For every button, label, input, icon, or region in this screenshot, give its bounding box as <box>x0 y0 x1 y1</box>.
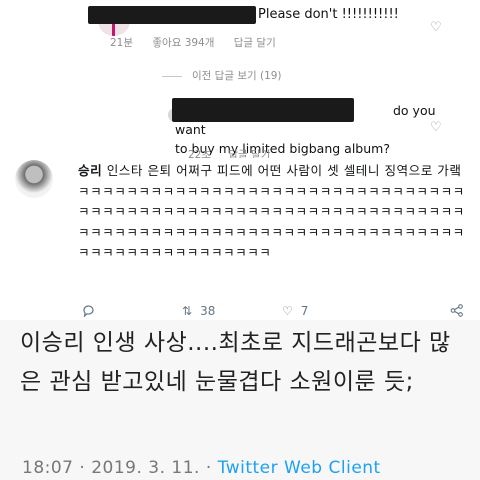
heart-icon[interactable]: ♡ <box>430 20 442 35</box>
comment-meta: 21분 좋아요 394개 답글 달기 <box>110 35 292 50</box>
comment-text: Please don't !!!!!!!!!!! <box>258 7 399 22</box>
tweet-text: 승리 인스타 은퇴 어쩌구 피드에 어떤 사람이 셋 셀테니 징역으로 가랰ㅋㅋ… <box>78 161 470 264</box>
reply-button[interactable]: 답글 달기 <box>234 37 276 49</box>
tweet-author[interactable]: 승리 <box>78 163 102 178</box>
like-count: 7 <box>300 304 309 318</box>
retweet-count: 38 <box>200 304 216 318</box>
view-previous-label: 이전 답글 보기 (19) <box>192 70 282 82</box>
comment-time: 21분 <box>110 37 134 49</box>
zoomed-tweet-text: 이승리 인생 사상....최초로 지드래곤보다 많은 관심 받고있네 눈물겹다 … <box>20 330 451 395</box>
like-icon: ♡ <box>282 304 293 318</box>
zoomed-tweet-panel: 이승리 인생 사상....최초로 지드래곤보다 많은 관심 받고있네 눈물겹다 … <box>0 320 480 480</box>
share-icon[interactable] <box>450 304 464 320</box>
tweet-body: 인스타 은퇴 어쩌구 피드에 어떤 사람이 셋 셀테니 징역으로 가랰ㅋㅋㅋㅋㅋ… <box>78 163 465 260</box>
divider <box>162 75 182 77</box>
tweet-timestamp-line: 18:07 · 2019. 3. 11. · Twitter Web Clien… <box>22 458 381 478</box>
reply-icon[interactable] <box>82 304 95 320</box>
instagram-comments-panel: Please don't !!!!!!!!!!! 21분 좋아요 394개 답글… <box>80 0 470 161</box>
tweet-panel: 승리 인스타 은퇴 어쩌구 피드에 어떤 사람이 셋 셀테니 징역으로 가랰ㅋㅋ… <box>0 158 480 320</box>
view-previous-replies[interactable]: 이전 답글 보기 (19) <box>162 68 282 83</box>
tweet-client-link[interactable]: Twitter Web Client <box>218 458 381 478</box>
reply-text-line1: do you want <box>175 103 436 137</box>
heart-icon[interactable]: ♡ <box>430 120 442 135</box>
redacted-username <box>88 6 256 24</box>
retweet-icon: ⇅ <box>182 304 193 318</box>
like-button[interactable]: ♡ 7 <box>282 304 308 318</box>
tweet-timestamp: 18:07 · 2019. 3. 11. · <box>22 458 218 478</box>
tweet-actions: ⇅ 38 ♡ 7 <box>78 304 473 320</box>
comment-likes[interactable]: 좋아요 394개 <box>152 37 214 49</box>
retweet-button[interactable]: ⇅ 38 <box>182 304 215 318</box>
author-avatar[interactable] <box>15 160 53 198</box>
